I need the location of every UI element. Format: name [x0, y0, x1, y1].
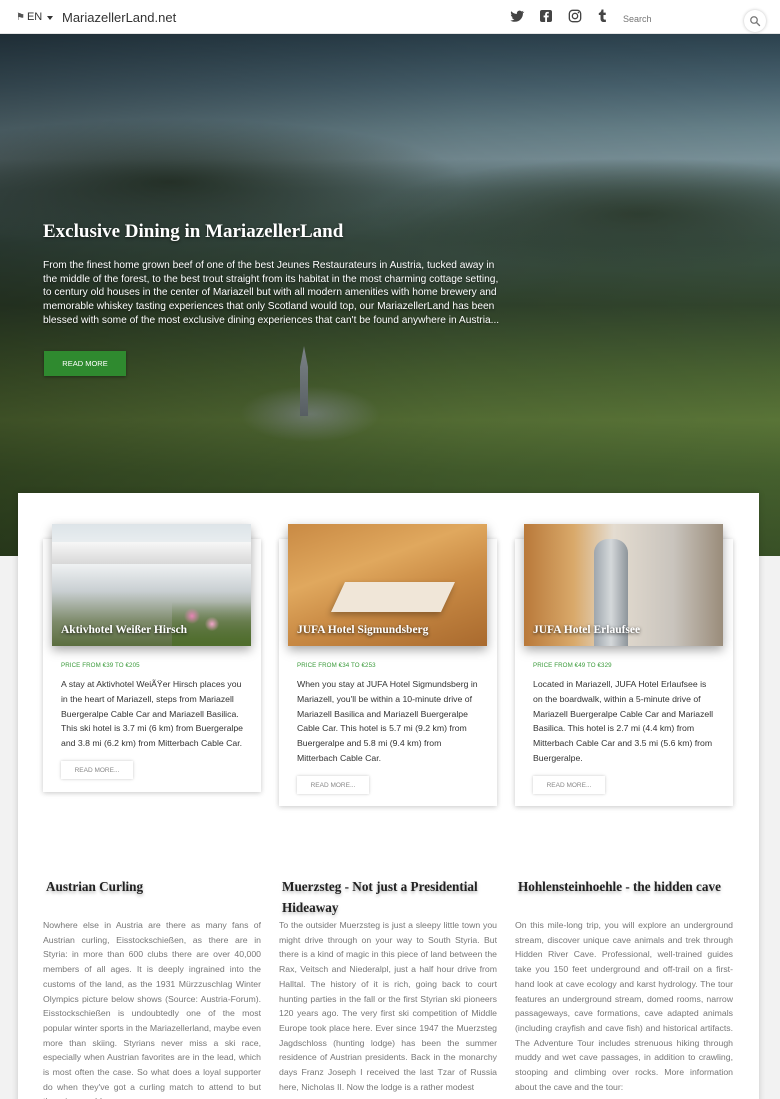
hotel-price: PRICE FROM €39 TO €205 [61, 662, 140, 669]
hotel-description: A stay at Aktivhotel WeiÃŸer Hirsch plac… [61, 679, 244, 749]
hero-read-more-button[interactable]: READ MORE [44, 351, 126, 376]
hotel-name[interactable]: JUFA Hotel Sigmundsberg [297, 624, 428, 636]
flag-icon: ⚑ [16, 11, 25, 23]
hotel-image[interactable]: JUFA Hotel Sigmundsberg [288, 524, 487, 646]
search-button[interactable] [744, 10, 766, 32]
hotel-card: JUFA Hotel Sigmundsberg PRICE FROM €34 T… [279, 524, 497, 806]
top-navbar: ⚑ EN MariazellerLand.net [0, 0, 780, 34]
hotel-image[interactable]: JUFA Hotel Erlaufsee [524, 524, 723, 646]
hotel-name[interactable]: Aktivhotel Weißer Hirsch [61, 624, 187, 636]
article-title[interactable]: Muerzsteg - Not just a Presidential Hide… [282, 877, 500, 918]
twitter-icon[interactable] [509, 8, 525, 24]
hotel-price: PRICE FROM €49 TO €329 [533, 662, 612, 669]
language-selector[interactable]: ⚑ EN [16, 11, 54, 23]
image-awning [52, 542, 251, 564]
hotel-card: JUFA Hotel Erlaufsee PRICE FROM €49 TO €… [515, 524, 733, 806]
hotel-name[interactable]: JUFA Hotel Erlaufsee [533, 624, 640, 636]
article-title[interactable]: Austrian Curling [46, 877, 256, 898]
caret-down-icon [47, 15, 54, 20]
hotel-description: Located in Mariazell, JUFA Hotel Erlaufs… [533, 679, 714, 763]
hero-title: Exclusive Dining in MariazellerLand [43, 221, 344, 242]
language-label: EN [26, 11, 43, 23]
hotel-image[interactable]: Aktivhotel Weißer Hirsch [52, 524, 251, 646]
search-input[interactable] [617, 9, 747, 29]
article-text: On this mile-long trip, you will explore… [515, 920, 733, 1092]
article-title[interactable]: Hohlensteinhoehle - the hidden cave [518, 877, 740, 898]
hotel-card: Aktivhotel Weißer Hirsch PRICE FROM €39 … [43, 524, 261, 792]
image-bed [331, 582, 455, 612]
hotel-read-more-button[interactable]: READ MORE... [297, 776, 369, 794]
facebook-icon[interactable] [538, 8, 554, 24]
tumblr-icon[interactable] [594, 8, 610, 24]
hotel-description: When you stay at JUFA Hotel Sigmundsberg… [297, 679, 478, 763]
hero-banner: Exclusive Dining in MariazellerLand From… [0, 34, 780, 556]
hero-description: From the finest home grown beef of one o… [43, 260, 500, 326]
hotel-price: PRICE FROM €34 TO €253 [297, 662, 376, 669]
instagram-icon[interactable] [567, 8, 583, 24]
article-text: Nowhere else in Austria are there as man… [43, 920, 261, 1099]
content-panel: Aktivhotel Weißer Hirsch PRICE FROM €39 … [18, 493, 759, 1099]
search-icon [750, 16, 761, 27]
site-brand-link[interactable]: MariazellerLand.net [62, 10, 176, 25]
article-text: To the outsider Muerzsteg is just a slee… [279, 920, 497, 1092]
hotel-read-more-button[interactable]: READ MORE... [61, 761, 133, 779]
hotel-read-more-button[interactable]: READ MORE... [533, 776, 605, 794]
